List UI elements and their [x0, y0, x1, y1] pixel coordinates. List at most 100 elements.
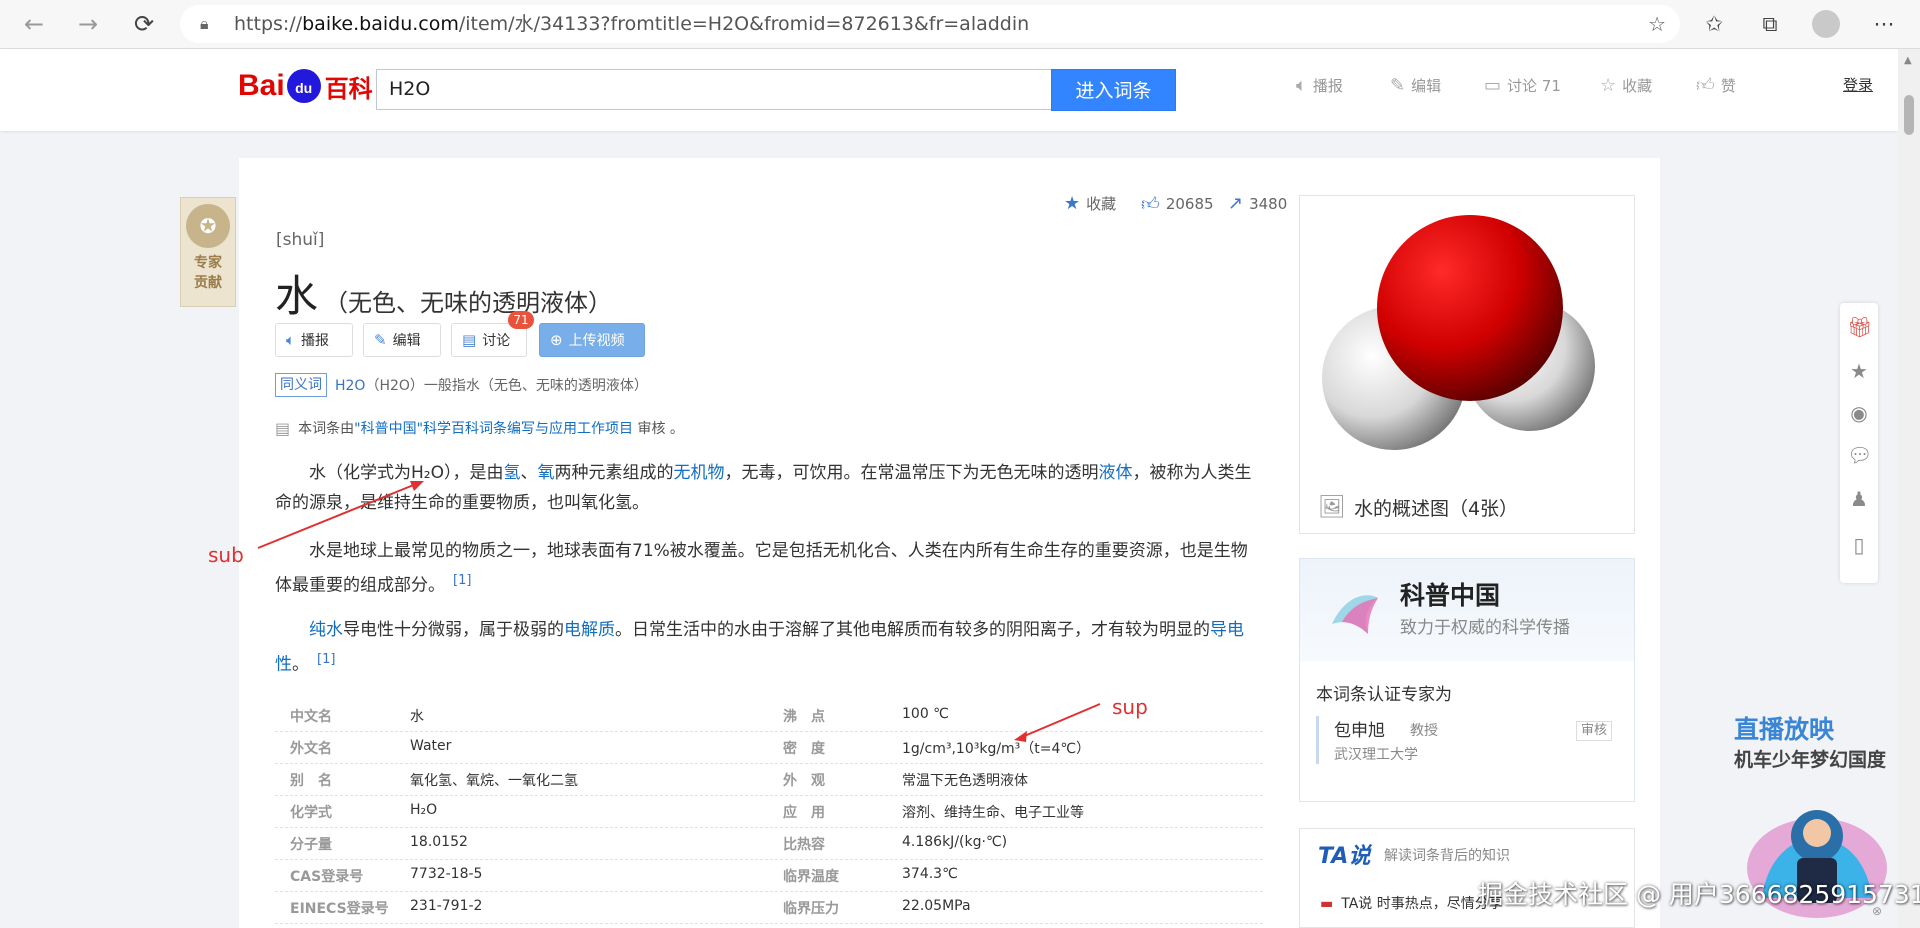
badge-line1: 专家 [194, 255, 222, 271]
weibo-icon[interactable]: ◉ [1847, 401, 1871, 425]
link-liquid[interactable]: 液体 [1098, 463, 1132, 483]
expert-rank: 教授 [1410, 723, 1438, 739]
info-row: 化学式 H₂O 应 用溶剂、维持生命、电子工业等 [275, 795, 1263, 828]
speaker-icon: 🔈︎ [1296, 74, 1307, 96]
sup-annotation: sup [1112, 695, 1148, 719]
live-ad-title[interactable]: 直播放映 [1734, 710, 1834, 746]
picture-icon: 🖼︎ [1318, 495, 1346, 520]
reference-link[interactable]: [1] [453, 573, 471, 588]
pinyin: [shuǐ] [276, 230, 325, 250]
refresh-icon[interactable]: ⟳ [124, 4, 164, 44]
share-stat[interactable]: ↗ 3480 [1228, 193, 1287, 214]
ta-logo[interactable]: TA说 [1318, 838, 1370, 870]
synonym-tag: 同义词 [275, 373, 327, 397]
forward-icon[interactable]: → [68, 4, 108, 44]
page-scrollbar[interactable]: ▲ [1898, 49, 1920, 928]
overview-image-box[interactable] [1299, 195, 1635, 534]
address-bar[interactable]: 🔒︎ https://baike.baidu.com/item/水/34133?… [180, 5, 1680, 43]
speaker-icon: 🔈︎ [286, 331, 296, 349]
pencil-icon: ✎ [374, 331, 387, 349]
paragraph-3: 纯水导电性十分微弱，属于极弱的电解质。日常生活中的水由于溶解了其他电解质而有较多… [275, 620, 1244, 675]
more-menu-icon[interactable]: ⋯ [1864, 4, 1904, 44]
lock-icon: 🔒︎ [200, 14, 209, 33]
upload-video-button[interactable]: ⊕ 上传视频 [539, 323, 645, 357]
broadcast-button[interactable]: 🔈︎ 播报 [275, 323, 353, 357]
link-electrolyte[interactable]: 电解质 [564, 620, 615, 640]
collect-stat[interactable]: ★ 收藏 [1064, 193, 1116, 214]
paragraph-2: 水是地球上最常见的物质之一，地球表面有71%被水覆盖。它是包括无机化合、人类在内… [275, 541, 1248, 596]
favorites-icon[interactable]: ✩ [1694, 4, 1734, 44]
browser-toolbar: ← → ⟳ 🔒︎ https://baike.baidu.com/item/水/… [0, 0, 1920, 49]
info-row: EINECS登录号 231-791-2 临界压力 22.05MPa [275, 891, 1263, 924]
pencil-icon: ✎ [1390, 74, 1406, 96]
page-title: 水（无色、无味的透明液体） [275, 272, 612, 322]
favorite-add-icon[interactable]: ☆ [1648, 5, 1666, 43]
header-broadcast-button[interactable]: 🔈︎ 播报 [1296, 72, 1343, 98]
link-inorganic[interactable]: 无机物 [673, 463, 724, 483]
image-caption[interactable]: 🖼︎ 水的概述图（4张） [1318, 494, 1518, 521]
document-icon: ▤ [275, 418, 291, 438]
edit-button[interactable]: ✎ 编辑 [363, 323, 441, 357]
synonym-text: H2O（H2O）一般指水（无色、无味的透明液体） [335, 378, 648, 394]
thumbs-up-icon: 👍︎ [1696, 75, 1715, 96]
info-row: 别 名氧化氢、氧烷、一氧化二氢外 观常温下无色透明液体 [275, 763, 1263, 796]
bullet-icon: ▬ [1320, 896, 1334, 912]
kepu-logo-icon [1332, 595, 1378, 634]
share-icon: ↗ [1228, 193, 1244, 214]
star-icon: ☆ [1600, 74, 1617, 96]
qq-icon[interactable]: ♟ [1847, 487, 1871, 511]
expert-org: 武汉理工大学 [1334, 747, 1418, 763]
sub-annotation: sub [208, 543, 244, 567]
wechat-icon[interactable]: 💬︎ [1847, 443, 1872, 467]
enter-entry-button[interactable]: 进入词条 [1051, 69, 1176, 111]
link-hydrogen[interactable]: 氢 [503, 463, 520, 483]
expert-review-tag: 审核 [1576, 721, 1613, 741]
login-link[interactable]: 登录 [1843, 74, 1873, 95]
expert-label: 本词条认证专家为 [1316, 685, 1452, 705]
discuss-count-badge: 71 [508, 311, 534, 329]
search-input[interactable]: H2O [376, 69, 1052, 110]
ta-list-item[interactable]: ▬ TA说 时事热点，尽情分享 [1320, 893, 1503, 913]
reference-link[interactable]: [1] [317, 652, 335, 667]
ta-description: 解读词条背后的知识 [1384, 848, 1510, 864]
expert-accent-bar [1316, 716, 1319, 764]
comment-icon: ▭ [1484, 74, 1502, 96]
thumbs-up-icon: 👍︎ [1141, 194, 1160, 215]
expert-name[interactable]: 包申旭 [1334, 716, 1385, 741]
plus-circle-icon: ⊕ [550, 331, 563, 349]
synonym-link[interactable]: H2O [335, 378, 365, 394]
comment-icon: ▤ [462, 331, 477, 349]
header-collect-button[interactable]: ☆ 收藏 [1600, 72, 1652, 98]
side-toolbar: 🎁︎ ★ ◉ 💬︎ ♟ ▯ [1840, 303, 1878, 583]
expert-contribution-badge[interactable]: ✪ 专家 贡献 [180, 197, 236, 307]
medal-icon: ✪ [186, 204, 230, 248]
review-project-link[interactable]: "科普中国"科学百科词条编写与应用工作项目 [354, 421, 633, 437]
scrollbar-thumb[interactable] [1904, 95, 1914, 135]
link-pure-water[interactable]: 纯水 [309, 620, 343, 640]
scroll-up-icon[interactable]: ▲ [1904, 55, 1912, 66]
info-row: CAS登录号 7732-18-5 临界温度 374.3℃ [275, 859, 1263, 892]
live-ad-subtitle[interactable]: 机车少年梦幻国度 [1734, 745, 1886, 772]
profile-avatar[interactable] [1806, 4, 1846, 44]
badge-line2: 贡献 [194, 275, 222, 291]
mobile-icon[interactable]: ▯ [1847, 533, 1871, 557]
back-icon[interactable]: ← [14, 4, 54, 44]
water-molecule-image [1322, 215, 1595, 450]
paragraph-1: 水（化学式为H₂O），是由氢、氧两种元素组成的无机物，无毒，可饮用。在常温常压下… [275, 463, 1252, 513]
header-like-button[interactable]: 👍︎ 赞 [1696, 72, 1736, 98]
url-text: https://baike.baidu.com/item/水/34133?fro… [234, 13, 1030, 35]
star-icon[interactable]: ★ [1847, 359, 1871, 383]
header-discuss-button[interactable]: ▭ 讨论 71 [1484, 72, 1561, 98]
watermark: 掘金技术社区 @ 用户3666825915731 [1478, 880, 1920, 909]
baidu-baike-logo[interactable]: Bai du 百科 [238, 65, 373, 107]
info-row: 外文名 Water 密 度 1g/cm³,10³kg/m³（t=4℃） [275, 731, 1263, 764]
page-subtitle: （无色、无味的透明液体） [324, 289, 612, 317]
header-edit-button[interactable]: ✎ 编辑 [1390, 72, 1441, 98]
link-oxygen[interactable]: 氧 [537, 463, 554, 483]
kepu-title: 科普中国 [1400, 581, 1501, 610]
gift-icon[interactable]: 🎁︎ [1847, 315, 1872, 339]
like-stat[interactable]: 👍︎ 20685 [1141, 193, 1214, 215]
star-icon: ★ [1064, 193, 1081, 214]
collections-icon[interactable]: ⧉ [1750, 4, 1790, 44]
review-notice: ▤ 本词条由"科普中国"科学百科词条编写与应用工作项目 审核 。 [275, 418, 684, 438]
